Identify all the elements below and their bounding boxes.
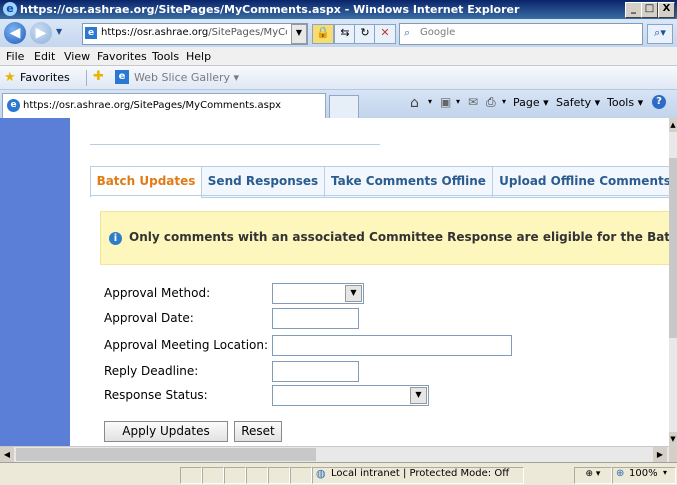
status-bar: ◍ Local intranet | Protected Mode: Off ⊕… (0, 462, 677, 485)
status-segment (290, 467, 312, 484)
response-status-select[interactable]: ▼ (272, 385, 429, 406)
print-icon[interactable]: ⎙ (486, 95, 496, 110)
status-segment (202, 467, 224, 484)
response-status-label: Response Status: (104, 388, 208, 402)
menu-bar: File Edit View Favorites Tools Help (0, 47, 677, 66)
close-button[interactable]: X (658, 2, 675, 18)
tab-upload-offline-comments[interactable]: Upload Offline Comments (492, 166, 669, 198)
safety-menu[interactable]: Safety ▾ (556, 96, 600, 109)
scroll-up-icon[interactable]: ▲ (669, 118, 677, 132)
tab-row: e https://osr.ashrae.org/SitePages/MyCom… (0, 90, 677, 119)
status-segment (180, 467, 202, 484)
ie-logo-icon: e (3, 2, 17, 16)
approval-date-input[interactable] (272, 308, 359, 329)
menu-favorites[interactable]: Favorites (97, 50, 147, 63)
stop-icon[interactable]: ✕ (374, 24, 396, 44)
intranet-globe-icon: ◍ (316, 467, 326, 480)
zoom-dropdown-icon[interactable]: ▾ (663, 468, 667, 477)
zone-text: Local intranet | Protected Mode: Off (331, 468, 510, 479)
refresh-icon[interactable]: ↻ (354, 24, 376, 44)
compatibility-view-icon[interactable]: ⇆ (334, 24, 356, 44)
maximize-button[interactable]: □ (641, 2, 658, 18)
scroll-right-icon[interactable]: ▶ (653, 447, 667, 462)
left-navigation-panel (0, 118, 70, 446)
reply-deadline-label: Reply Deadline: (104, 364, 199, 378)
back-button[interactable]: ◀ (4, 22, 26, 44)
new-tab-button[interactable] (329, 95, 359, 118)
page-viewport: Batch Updates Send Responses Take Commen… (0, 118, 669, 446)
apply-updates-button[interactable]: Apply Updates (104, 421, 228, 442)
browser-tab-label: https://osr.ashrae.org/SitePages/MyComme… (23, 100, 282, 111)
scroll-left-icon[interactable]: ◀ (0, 447, 14, 462)
approval-method-select[interactable]: ▼ (272, 283, 364, 304)
feeds-icon[interactable]: ▣ (440, 95, 451, 109)
lock-icon[interactable]: 🔒 (312, 24, 334, 44)
protected-mode-icon[interactable]: ⊕ ▾ (574, 467, 612, 484)
menu-view[interactable]: View (64, 50, 90, 63)
address-url[interactable]: https://osr.ashrae.org/SitePages/MyCom (101, 27, 287, 38)
feeds-dropdown-icon[interactable]: ▾ (456, 97, 460, 106)
approval-method-label: Approval Method: (104, 286, 211, 300)
address-dropdown-icon[interactable]: ▼ (291, 24, 307, 44)
scroll-down-icon[interactable]: ▼ (669, 432, 677, 446)
top-divider (90, 144, 380, 145)
web-slice-icon: e (115, 70, 129, 84)
zoom-control[interactable]: ⊕ 100% ▾ (612, 467, 676, 484)
horizontal-scroll-thumb[interactable] (16, 448, 316, 461)
menu-tools[interactable]: Tools (152, 50, 179, 63)
read-mail-icon[interactable]: ✉ (468, 95, 478, 109)
approval-date-label: Approval Date: (104, 311, 194, 325)
notice-text: Only comments with an associated Committ… (129, 230, 669, 244)
window-title-bar: e https://osr.ashrae.org/SitePages/MyCom… (0, 0, 677, 19)
menu-edit[interactable]: Edit (34, 50, 55, 63)
tools-menu[interactable]: Tools ▾ (607, 96, 643, 109)
info-icon: i (109, 232, 122, 245)
meeting-location-label: Approval Meeting Location: (104, 338, 269, 352)
print-dropdown-icon[interactable]: ▾ (502, 97, 506, 106)
browser-tab-active[interactable]: e https://osr.ashrae.org/SitePages/MyCom… (2, 93, 326, 119)
minimize-button[interactable]: _ (625, 2, 642, 18)
menu-file[interactable]: File (6, 50, 24, 63)
recent-pages-dropdown-icon[interactable]: ▼ (56, 27, 62, 36)
vertical-scroll-thumb[interactable] (669, 158, 677, 338)
search-field[interactable]: ⌕ Google (399, 23, 643, 45)
vertical-scrollbar[interactable]: ▲ ▼ (669, 118, 677, 446)
tab-send-responses[interactable]: Send Responses (201, 166, 325, 198)
info-notice: i Only comments with an associated Commi… (100, 211, 669, 265)
address-field[interactable]: e https://osr.ashrae.org/SitePages/MyCom… (82, 23, 308, 45)
zoom-level: 100% (629, 468, 658, 479)
chevron-down-icon[interactable]: ▼ (410, 387, 427, 404)
tab-take-comments-offline[interactable]: Take Comments Offline (324, 166, 493, 198)
search-placeholder: Google (420, 27, 456, 38)
help-icon[interactable]: ? (652, 95, 666, 109)
page-icon: e (85, 27, 97, 39)
web-slice-gallery-link[interactable]: Web Slice Gallery ▾ (134, 71, 239, 84)
home-dropdown-icon[interactable]: ▾ (428, 97, 432, 106)
status-segment (268, 467, 290, 484)
tab-ie-icon: e (7, 99, 20, 112)
favorites-button[interactable]: Favorites (20, 71, 70, 84)
security-zone-panel[interactable]: ◍ Local intranet | Protected Mode: Off (312, 467, 524, 484)
search-provider-icon: ⌕ (404, 26, 411, 39)
meeting-location-input[interactable] (272, 335, 512, 356)
add-favorite-icon[interactable]: ✚ (93, 69, 104, 84)
status-segment (246, 467, 268, 484)
window-title: https://osr.ashrae.org/SitePages/MyComme… (20, 3, 520, 16)
menu-help[interactable]: Help (186, 50, 211, 63)
favorites-star-icon: ★ (4, 70, 16, 85)
status-segment (224, 467, 246, 484)
page-menu[interactable]: Page ▾ (513, 96, 549, 109)
forward-button[interactable]: ▶ (30, 22, 52, 44)
zoom-icon: ⊕ (616, 468, 625, 479)
address-toolbar: ◀ ▶ ▼ e https://osr.ashrae.org/SitePages… (0, 19, 677, 47)
horizontal-scrollbar[interactable]: ◀ ▶ (0, 446, 669, 462)
chevron-down-icon[interactable]: ▼ (345, 285, 362, 302)
tab-batch-updates[interactable]: Batch Updates (90, 166, 202, 198)
favorites-divider (86, 70, 87, 86)
reply-deadline-input[interactable] (272, 361, 359, 382)
home-icon[interactable]: ⌂ (410, 95, 419, 111)
favorites-bar: ★ Favorites ✚ e Web Slice Gallery ▾ (0, 66, 677, 90)
search-button[interactable]: ⌕▾ (647, 24, 673, 44)
reset-button[interactable]: Reset (234, 421, 282, 442)
